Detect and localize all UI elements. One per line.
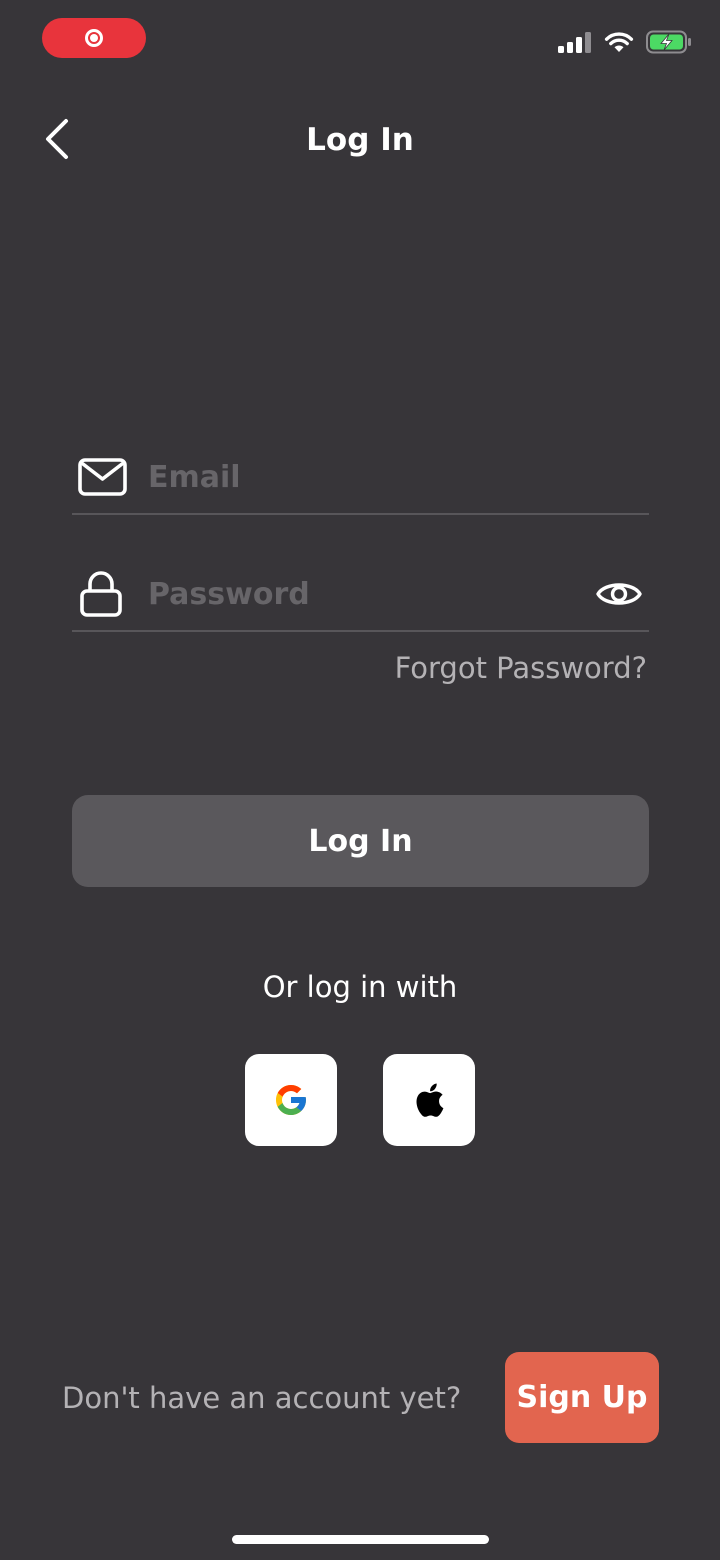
status-bar-icons xyxy=(558,30,692,54)
social-login-label: Or log in with xyxy=(262,970,458,1004)
password-input[interactable] xyxy=(148,569,593,619)
forgot-password-link[interactable]: Forgot Password? xyxy=(395,648,647,688)
apple-icon xyxy=(416,1083,444,1117)
apple-login-button[interactable] xyxy=(383,1054,475,1146)
eye-icon xyxy=(596,583,642,605)
screen-recording-indicator[interactable] xyxy=(42,18,146,58)
battery-charging-icon xyxy=(646,30,691,54)
google-login-button[interactable] xyxy=(245,1054,337,1146)
screen-recording-icon xyxy=(85,29,103,47)
password-field[interactable] xyxy=(72,558,649,632)
email-input[interactable] xyxy=(148,452,649,502)
signup-button[interactable]: Sign Up xyxy=(505,1352,659,1443)
email-field[interactable] xyxy=(72,441,649,515)
show-password-toggle[interactable] xyxy=(593,572,645,616)
login-screen: Log In Forgot Password? Log In Or l xyxy=(0,0,720,1560)
google-icon xyxy=(276,1085,306,1115)
cellular-signal-icon xyxy=(558,32,591,53)
login-button[interactable]: Log In xyxy=(72,795,649,887)
signup-prompt: Don't have an account yet? xyxy=(62,1381,462,1415)
page-title: Log In xyxy=(306,122,414,158)
wifi-icon xyxy=(604,32,634,52)
lock-icon xyxy=(78,571,130,617)
envelope-icon xyxy=(78,455,130,499)
home-indicator[interactable] xyxy=(232,1535,489,1544)
